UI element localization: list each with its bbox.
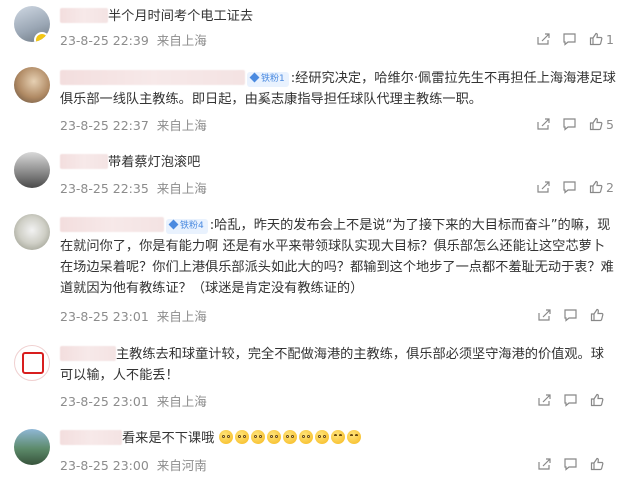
avatar[interactable] bbox=[14, 6, 50, 42]
share-button[interactable] bbox=[536, 180, 550, 194]
comment-actions: 2 bbox=[524, 178, 614, 196]
share-button[interactable] bbox=[537, 393, 551, 407]
eye-roll-emoji-icon bbox=[298, 430, 313, 444]
thumbs-up-icon bbox=[590, 457, 604, 471]
comment-date: 23-8-25 23:01 bbox=[60, 394, 149, 409]
comment-text: 半个月时间考个电工证去 bbox=[60, 6, 616, 27]
comment-actions bbox=[525, 455, 614, 473]
like-button[interactable]: 2 bbox=[589, 180, 614, 195]
eye-roll-emoji-icon bbox=[314, 430, 329, 444]
thumbs-up-icon bbox=[589, 180, 603, 194]
comment-actions: 5 bbox=[524, 115, 614, 133]
red-seal-icon bbox=[22, 352, 44, 374]
comment-location: 来自上海 bbox=[156, 33, 207, 48]
username-blurred[interactable] bbox=[60, 154, 108, 169]
comment-icon bbox=[564, 309, 577, 322]
username-blurred[interactable] bbox=[60, 346, 116, 361]
comment-meta: 23-8-25 22:39 来自上海 bbox=[60, 30, 207, 49]
like-button[interactable] bbox=[590, 393, 614, 407]
share-icon bbox=[538, 394, 551, 406]
username-blurred[interactable] bbox=[60, 70, 245, 85]
share-icon bbox=[537, 33, 550, 45]
comment-location: 来自河南 bbox=[156, 458, 207, 473]
fan-badge: 铁粉1 bbox=[247, 72, 289, 87]
comment-meta: 23-8-25 22:37 来自上海 bbox=[60, 115, 207, 134]
avatar[interactable] bbox=[14, 345, 50, 381]
username-blurred[interactable] bbox=[60, 217, 164, 232]
eye-roll-emoji-icon bbox=[282, 430, 297, 444]
comment-date: 23-8-25 22:37 bbox=[60, 118, 149, 133]
comment-meta: 23-8-25 23:01 来自上海 bbox=[60, 306, 207, 325]
like-button[interactable]: 1 bbox=[589, 32, 614, 47]
comment-icon bbox=[563, 181, 576, 194]
comment-text: 铁粉1:经研究决定，哈维尔·佩雷拉先生不再担任上海海港足球俱乐部一线队主教练。即… bbox=[60, 70, 616, 107]
comment-icon bbox=[564, 458, 577, 471]
comment-text: 看来是不下课哦 bbox=[60, 428, 616, 449]
comment-meta: 23-8-25 22:35 来自上海 bbox=[60, 178, 207, 197]
like-count: 2 bbox=[606, 179, 614, 195]
comment-date: 23-8-25 22:39 bbox=[60, 33, 149, 48]
comment-text: 铁粉4:哈乱，昨天的发布会上不是说“为了接下来的大目标而奋斗”的嘛，现在就问你了… bbox=[60, 217, 614, 296]
thumbs-up-icon bbox=[590, 393, 604, 407]
thumbs-up-icon bbox=[590, 308, 604, 322]
comment-meta: 23-8-25 23:00 来自河南 bbox=[60, 455, 207, 474]
avatar[interactable] bbox=[14, 152, 50, 188]
comment-location: 来自上海 bbox=[156, 394, 207, 409]
verified-badge-icon bbox=[34, 32, 50, 42]
laughing-emoji-icon bbox=[346, 430, 361, 444]
username-blurred[interactable] bbox=[60, 8, 108, 23]
comment-date: 23-8-25 22:35 bbox=[60, 181, 149, 196]
reply-button[interactable] bbox=[563, 393, 578, 407]
comment-meta: 23-8-25 23:01 来自上海 bbox=[60, 391, 207, 410]
share-icon bbox=[537, 181, 550, 193]
avatar[interactable] bbox=[14, 214, 50, 250]
like-count: 5 bbox=[606, 116, 614, 132]
comment-actions bbox=[525, 306, 614, 324]
comment-date: 23-8-25 23:00 bbox=[60, 458, 149, 473]
comment-icon bbox=[563, 33, 576, 46]
comment-icon bbox=[564, 394, 577, 407]
thumbs-up-icon bbox=[589, 32, 603, 46]
eye-roll-emoji-icon bbox=[250, 430, 265, 444]
diamond-icon bbox=[249, 72, 260, 83]
comment-actions bbox=[525, 391, 614, 409]
avatar[interactable] bbox=[14, 67, 50, 103]
reply-button[interactable] bbox=[562, 32, 577, 46]
like-button[interactable]: 5 bbox=[589, 117, 614, 132]
share-button[interactable] bbox=[537, 308, 551, 322]
reply-button[interactable] bbox=[563, 308, 578, 322]
laughing-emoji-icon bbox=[330, 430, 345, 444]
comment-text: 主教练去和球童计较，完全不配做海港的主教练，俱乐部必须坚守海港的价值观。球可以输… bbox=[60, 346, 604, 383]
like-button[interactable] bbox=[590, 457, 614, 471]
eye-roll-emoji-icon bbox=[266, 430, 281, 444]
share-button[interactable] bbox=[537, 457, 551, 471]
comment-text: 带着蔡灯泡滚吧 bbox=[60, 152, 616, 173]
avatar[interactable] bbox=[14, 429, 50, 465]
reply-button[interactable] bbox=[563, 457, 578, 471]
username-blurred[interactable] bbox=[60, 430, 122, 445]
eye-roll-emoji-icon bbox=[218, 430, 233, 444]
share-button[interactable] bbox=[536, 117, 550, 131]
eye-roll-emoji-icon bbox=[234, 430, 249, 444]
comment-location: 来自上海 bbox=[156, 181, 207, 196]
share-icon bbox=[538, 309, 551, 321]
thumbs-up-icon bbox=[589, 117, 603, 131]
comment-icon bbox=[563, 118, 576, 131]
comment-location: 来自上海 bbox=[156, 309, 207, 324]
diamond-icon bbox=[168, 219, 179, 230]
reply-button[interactable] bbox=[562, 180, 577, 194]
comment-date: 23-8-25 23:01 bbox=[60, 309, 149, 324]
comment-location: 来自上海 bbox=[156, 118, 207, 133]
like-button[interactable] bbox=[590, 308, 614, 322]
reply-button[interactable] bbox=[562, 117, 577, 131]
fan-badge: 铁粉4 bbox=[166, 219, 208, 234]
share-icon bbox=[537, 118, 550, 130]
share-icon bbox=[538, 458, 551, 470]
share-button[interactable] bbox=[536, 32, 550, 46]
comment-actions: 1 bbox=[524, 30, 614, 48]
like-count: 1 bbox=[606, 31, 614, 47]
